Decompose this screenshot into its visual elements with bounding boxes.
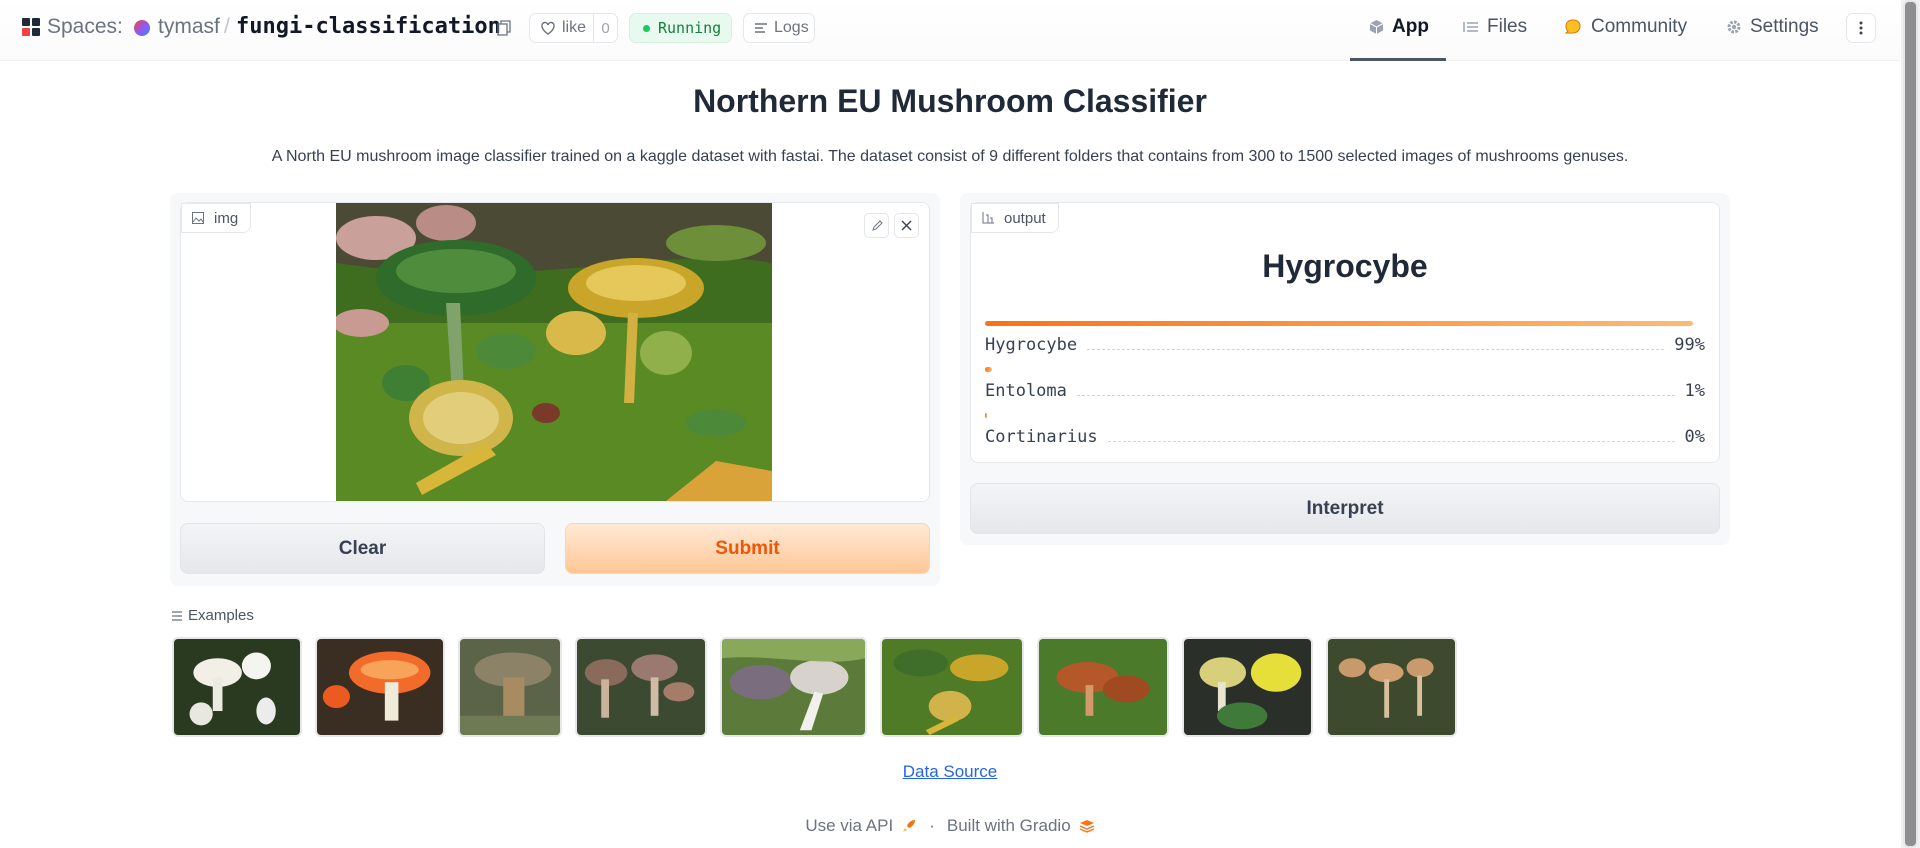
- active-tab-indicator: [1350, 58, 1446, 61]
- copy-icon[interactable]: [497, 20, 512, 36]
- more-options-button[interactable]: [1846, 13, 1876, 43]
- gear-icon: [1727, 20, 1741, 34]
- example-image: [577, 639, 705, 735]
- status-dot-icon: [643, 24, 650, 32]
- example-image: [1328, 639, 1455, 735]
- example-thumbnail[interactable]: [1037, 637, 1169, 737]
- use-via-api-link[interactable]: Use via API: [805, 816, 893, 836]
- confidence-label: Cortinarius: [985, 427, 1098, 447]
- tab-community[interactable]: Community: [1563, 16, 1687, 38]
- status-badge: Running: [629, 13, 732, 43]
- confidence-percent: 99%: [1674, 335, 1705, 355]
- community-icon: [1564, 19, 1581, 34]
- example-image: [174, 639, 300, 735]
- tab-files-label: Files: [1487, 16, 1528, 37]
- footer: Use via API · Built with Gradio: [0, 816, 1900, 836]
- output-label: output: [971, 203, 1059, 233]
- close-icon: [901, 220, 912, 231]
- uploaded-mushroom-image: [336, 203, 772, 501]
- image-icon: [192, 212, 204, 224]
- confidence-label: Entoloma: [985, 381, 1067, 401]
- list-icon: [172, 610, 182, 621]
- tab-community-label: Community: [1591, 16, 1688, 37]
- clear-button[interactable]: Clear: [180, 523, 545, 574]
- files-icon: [1463, 22, 1478, 32]
- gradio-logo-icon: [1079, 820, 1094, 833]
- bar-chart-icon: [982, 212, 994, 224]
- example-thumbnail[interactable]: [315, 637, 445, 737]
- example-image: [722, 639, 865, 735]
- example-thumbnail[interactable]: [575, 637, 707, 737]
- confidence-percent: 1%: [1684, 381, 1705, 401]
- tab-files[interactable]: Files: [1463, 16, 1527, 38]
- scrollbar-thumb[interactable]: [1903, 0, 1918, 848]
- example-thumbnail[interactable]: [720, 637, 867, 737]
- tab-app-label: App: [1392, 16, 1429, 37]
- cube-icon: [1369, 20, 1384, 34]
- logs-icon: [755, 23, 767, 33]
- example-thumbnail[interactable]: [458, 637, 562, 737]
- example-thumbnail[interactable]: [172, 637, 302, 737]
- tab-app[interactable]: App: [1369, 16, 1429, 38]
- like-label: like: [562, 19, 587, 36]
- data-source-link[interactable]: Data Source: [0, 762, 1900, 782]
- owner-link[interactable]: tymasf: [158, 15, 220, 39]
- kebab-menu-icon: [1859, 21, 1863, 35]
- confidence-bar: [985, 413, 987, 418]
- tab-settings[interactable]: Settings: [1726, 16, 1819, 38]
- page-title: Northern EU Mushroom Classifier: [693, 83, 1207, 119]
- confidence-label: Hygrocybe: [985, 335, 1078, 355]
- page-description: A North EU mushroom image classifier tra…: [271, 148, 1629, 165]
- example-thumbnail[interactable]: [1326, 637, 1457, 737]
- example-image: [317, 639, 443, 735]
- example-image: [882, 639, 1022, 735]
- like-button[interactable]: like 0: [529, 13, 618, 43]
- image-input-label-text: img: [214, 209, 239, 227]
- output-label-text: output: [1004, 209, 1046, 227]
- edit-image-button[interactable]: [864, 213, 889, 238]
- confidence-percent: 0%: [1684, 427, 1705, 447]
- heart-icon: [541, 21, 555, 35]
- example-image: [460, 639, 560, 735]
- logs-button[interactable]: Logs: [743, 13, 815, 43]
- pencil-icon: [871, 219, 883, 231]
- predicted-label: Hygrocybe: [1262, 248, 1428, 284]
- example-thumbnail[interactable]: [880, 637, 1024, 737]
- example-thumbnail[interactable]: [1182, 637, 1313, 737]
- repo-name-link[interactable]: fungi-classification: [236, 14, 501, 39]
- path-separator: /: [224, 15, 230, 38]
- spaces-logo-icon[interactable]: [22, 18, 40, 36]
- footer-separator: ·: [929, 816, 935, 835]
- tab-settings-label: Settings: [1750, 16, 1819, 37]
- rocket-icon: [903, 820, 916, 832]
- confidence-bar: [985, 321, 1693, 326]
- image-input-label: img: [181, 203, 252, 233]
- confidence-bar: [985, 367, 993, 372]
- examples-label-text: Examples: [188, 607, 254, 624]
- status-text: Running: [658, 19, 722, 37]
- spaces-label[interactable]: Spaces:: [47, 15, 123, 39]
- example-image: [1039, 639, 1167, 735]
- built-with-gradio-link[interactable]: Built with Gradio: [947, 816, 1071, 836]
- remove-image-button[interactable]: [894, 213, 919, 238]
- top-bar: Spaces: tymasf / fungi-classification li…: [0, 0, 1900, 61]
- interpret-button[interactable]: Interpret: [970, 483, 1720, 534]
- like-count[interactable]: 0: [593, 14, 617, 42]
- submit-button[interactable]: Submit: [565, 523, 930, 574]
- owner-avatar[interactable]: [134, 20, 150, 36]
- logs-label: Logs: [774, 19, 809, 36]
- page-scrollbar[interactable]: [1901, 0, 1920, 848]
- examples-label: Examples: [172, 607, 254, 624]
- example-image: [1184, 639, 1311, 735]
